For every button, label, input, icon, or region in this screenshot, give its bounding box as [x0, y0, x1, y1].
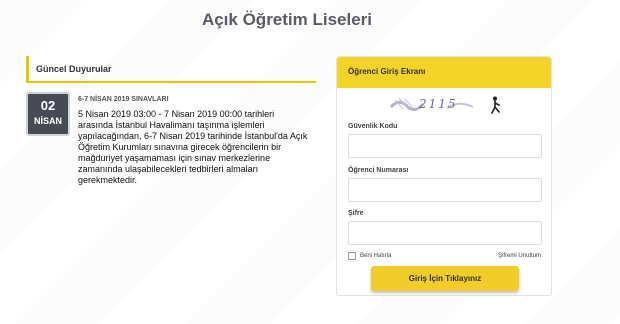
announcement-body: 5 Nisan 2019 03:00 - 7 Nisan 2019 00:00 … — [78, 109, 308, 185]
remember-me[interactable]: Beni Hatırla — [348, 252, 391, 260]
login-panel: Öğrenci Giriş Ekranı 2115 Güvenlik Kodu … — [336, 56, 552, 296]
student-number-input[interactable] — [348, 178, 542, 202]
security-code-input[interactable] — [348, 134, 542, 158]
announcement-title[interactable]: 6-7 NİSAN 2019 SINAVLARI — [78, 96, 308, 103]
forgot-password-link[interactable]: Şifremi Unuttum — [498, 253, 541, 259]
login-heading: Öğrenci Giriş Ekranı — [337, 57, 551, 88]
password-label: Şifre — [348, 210, 364, 217]
announcements-heading: Güncel Duyurular — [26, 56, 316, 83]
student-number-label: Öğrenci Numarası — [348, 167, 409, 174]
announcement-item[interactable]: 02 NİSAN 6-7 NİSAN 2019 SINAVLARI 5 Nisa… — [26, 92, 316, 186]
login-button[interactable]: Giriş İçin Tıklayınız — [371, 266, 519, 291]
page-title: Açık Öğretim Liseleri — [201, 10, 373, 29]
remember-label: Beni Hatırla — [360, 253, 392, 259]
remember-checkbox[interactable] — [348, 252, 356, 260]
security-code-label: Güvenlik Kodu — [348, 123, 398, 130]
date-badge: 02 NİSAN — [26, 92, 70, 136]
date-day: 02 — [40, 98, 56, 113]
captcha-text: 2115 — [418, 97, 458, 111]
password-input[interactable] — [348, 221, 542, 245]
announcement-content: 6-7 NİSAN 2019 SINAVLARI 5 Nisan 2019 03… — [78, 92, 308, 186]
announcements-section: Güncel Duyurular 02 NİSAN 6-7 NİSAN 2019… — [26, 56, 316, 186]
captcha-image: 2115 — [389, 94, 505, 114]
date-month: NİSAN — [33, 116, 62, 126]
